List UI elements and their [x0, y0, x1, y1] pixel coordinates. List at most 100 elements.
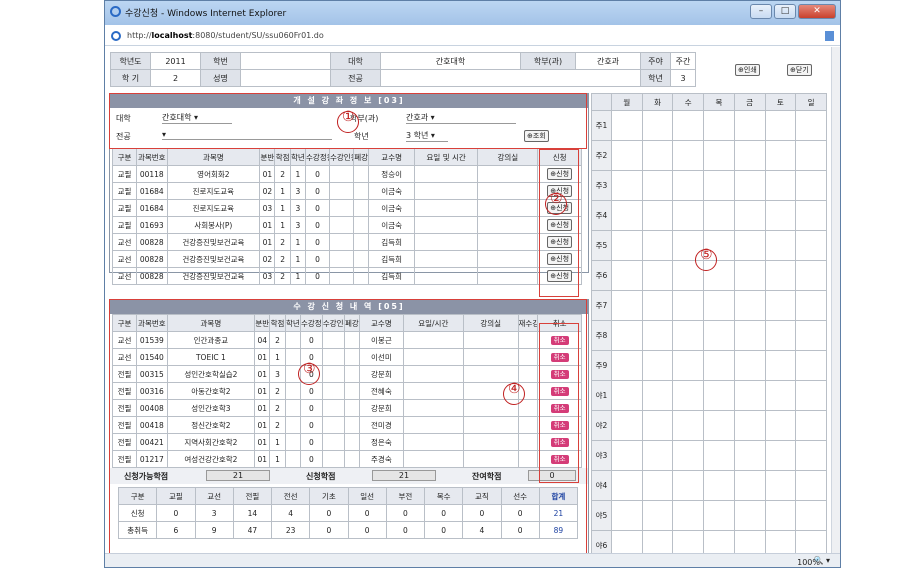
print-button[interactable]: ⊕인쇄 — [735, 64, 760, 76]
daynight-value: 주간 — [670, 52, 696, 70]
timetable-row: 야2 — [591, 410, 827, 441]
table-cell — [414, 182, 479, 200]
table-cell — [414, 165, 479, 183]
daynight-label: 주야 — [640, 52, 671, 70]
timetable-period-label: 주4 — [591, 200, 612, 231]
table-row: 교선 00828 건강증진및보건교육 01 2 1 0 김득희 ⊕신청 — [112, 233, 582, 251]
table-cell: 진로지도교육 — [166, 182, 261, 200]
address-bar[interactable]: http://localhost:8080/student/SU/ssu060F… — [105, 27, 840, 46]
timetable-period-label: 주5 — [591, 230, 612, 261]
timetable-slot — [764, 410, 797, 441]
timetable-slot — [764, 440, 797, 471]
timetable-row: 주3 — [591, 170, 827, 201]
table-cell: 0 — [305, 165, 330, 183]
close-window-button[interactable]: ✕ — [798, 4, 836, 19]
timetable-day-header: 일 — [795, 93, 827, 111]
timetable-slot — [764, 260, 797, 291]
timetable-slot — [672, 170, 705, 201]
table-cell — [352, 199, 370, 217]
timetable-period-label: 야5 — [591, 500, 612, 531]
name-label: 성명 — [200, 69, 241, 87]
maximize-button[interactable]: □ — [774, 4, 796, 19]
timetable-slot — [795, 290, 827, 321]
table-cell: 01693 — [135, 216, 168, 234]
major-value — [380, 69, 641, 87]
zoom-level[interactable]: 🔍 100% ▾ — [797, 556, 830, 567]
annotation-label-5: ⑤ — [700, 247, 713, 263]
table-cell: 02 — [259, 182, 276, 200]
timetable-slot — [733, 110, 766, 141]
table-cell: 1 — [274, 182, 291, 200]
table-cell — [329, 182, 354, 200]
page-scrollbar[interactable] — [831, 47, 840, 555]
timetable-slot — [795, 350, 827, 381]
timetable-period-label: 주3 — [591, 170, 612, 201]
table-cell — [352, 216, 370, 234]
table-row: 교필 01684 진로지도교육 03 1 3 0 이금숙 ⊕신청 — [112, 199, 582, 217]
timetable-slot — [703, 170, 735, 201]
annotation-label-4: ④ — [508, 381, 521, 397]
table-cell: 교필 — [112, 165, 137, 183]
table-cell: 교선 — [112, 267, 137, 285]
offered-column-header: 강의실 — [477, 148, 539, 166]
table-cell: 01684 — [135, 182, 168, 200]
timetable-slot — [795, 110, 827, 141]
timetable-slot — [641, 380, 674, 411]
table-cell: 2 — [274, 165, 291, 183]
table-cell: 교선 — [112, 250, 137, 268]
annotation-label-3: ③ — [303, 361, 316, 377]
page-content: 학년도 2011 학번 대학 간호대학 학부(과) 간호과 주야 주간 학 기 … — [107, 47, 834, 555]
timetable-slot — [611, 290, 643, 321]
term-label: 학 기 — [110, 69, 151, 87]
grade-label: 학년 — [640, 69, 671, 87]
offered-column-header: 구분 — [112, 148, 137, 166]
table-cell: 건강증진및보건교육 — [166, 250, 261, 268]
year-value: 2011 — [150, 52, 201, 70]
timetable-slot — [795, 140, 827, 171]
minimize-button[interactable]: – — [750, 4, 772, 19]
annotation-box-4 — [539, 323, 579, 483]
timetable-slot — [611, 350, 643, 381]
timetable-slot — [733, 440, 766, 471]
timetable-slot — [733, 140, 766, 171]
table-cell — [414, 216, 479, 234]
url-text[interactable]: http://localhost:8080/student/SU/ssu060F… — [127, 31, 324, 40]
table-cell: 0 — [305, 250, 330, 268]
window-title: 수강신청 - Windows Internet Explorer — [125, 9, 287, 19]
timetable-day-header: 수 — [672, 93, 705, 111]
timetable-slot — [703, 470, 735, 501]
timetable-row: 주9 — [591, 350, 827, 381]
timetable-slot — [672, 200, 705, 231]
timetable-slot — [764, 230, 797, 261]
student-info-table: 학년도 2011 학번 대학 간호대학 학부(과) 간호과 주야 주간 학 기 … — [110, 52, 696, 87]
timetable-slot — [641, 530, 674, 555]
timetable-row: 야5 — [591, 500, 827, 531]
table-cell — [329, 233, 354, 251]
term-value: 2 — [150, 69, 201, 87]
table-cell: 2 — [274, 233, 291, 251]
timetable-slot — [672, 530, 705, 555]
close-page-button[interactable]: ⊕닫기 — [787, 64, 812, 76]
timetable-slot — [641, 500, 674, 531]
table-cell: 3 — [289, 182, 307, 200]
timetable-slot — [795, 500, 827, 531]
timetable-slot — [641, 260, 674, 291]
timetable-slot — [733, 350, 766, 381]
table-cell: 이금숙 — [368, 182, 416, 200]
timetable-period-label: 주7 — [591, 290, 612, 321]
timetable-slot — [672, 380, 705, 411]
timetable-slot — [703, 440, 735, 471]
timetable-period-label: 야3 — [591, 440, 612, 471]
table-cell — [329, 250, 354, 268]
table-cell — [477, 267, 539, 285]
timetable-slot — [672, 410, 705, 441]
timetable-slot — [733, 530, 766, 555]
table-row: 교필 01693 사회봉사(P) 01 1 3 0 이금숙 ⊕신청 — [112, 216, 582, 234]
timetable-period-label: 주9 — [591, 350, 612, 381]
timetable-slot — [795, 230, 827, 261]
table-cell: 00118 — [135, 165, 168, 183]
table-cell — [352, 267, 370, 285]
table-cell — [329, 216, 354, 234]
timetable-slot — [641, 410, 674, 441]
timetable-row: 야1 — [591, 380, 827, 411]
